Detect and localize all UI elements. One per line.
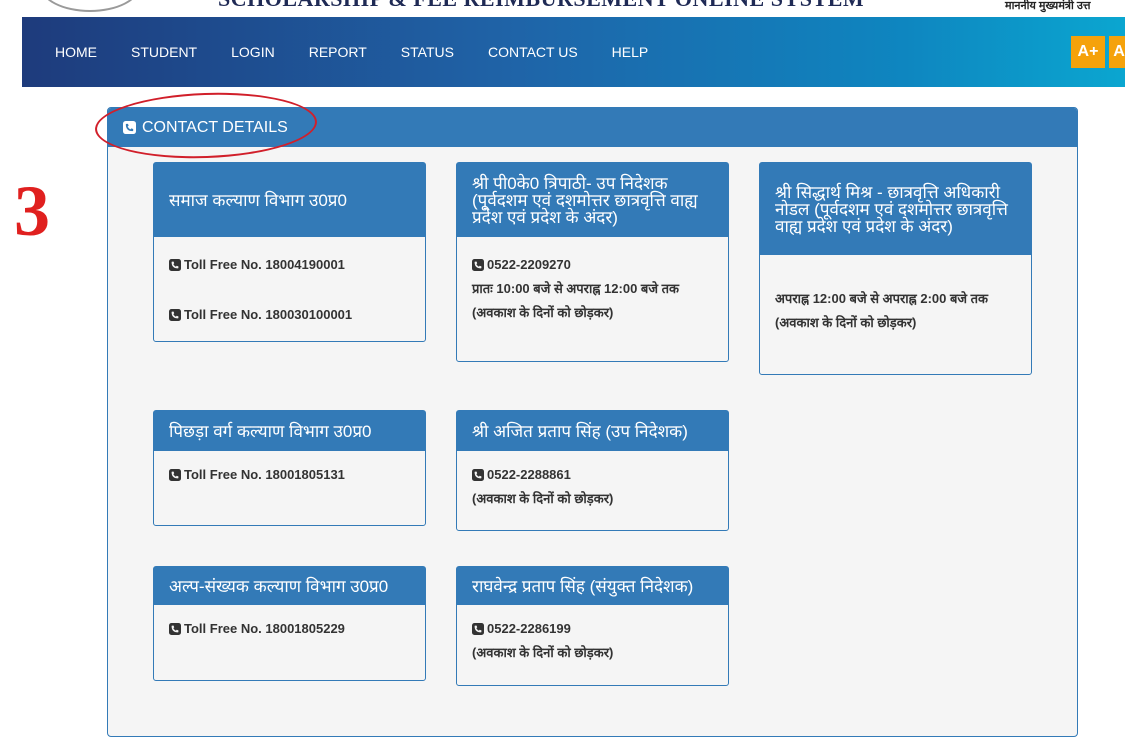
main-navbar: HOME STUDENT LOGIN REPORT STATUS CONTACT… bbox=[22, 17, 1125, 87]
contact-card-samaj-kalyan: समाज कल्याण विभाग उ0प्र0 Toll Free No. 1… bbox=[153, 162, 426, 342]
phone-number: 0522-2286199 bbox=[487, 621, 571, 636]
holiday-note: (अवकाश के दिनों को छोड़कर) bbox=[775, 315, 917, 330]
office-timing: प्रातः 10:00 बजे से अपराह्न 12:00 बजे तक bbox=[472, 281, 679, 296]
contact-card-tripathi: श्री पी0के0 त्रिपाठी- उप निदेशक (पूर्वदश… bbox=[456, 162, 729, 362]
cm-caption: माननीय मुख्यमंत्री उत्त bbox=[1005, 0, 1091, 12]
state-emblem-logo bbox=[40, 0, 140, 12]
phone-square-icon bbox=[472, 259, 484, 271]
phone-square-icon bbox=[169, 309, 181, 321]
phone-line: 0522-2209270 bbox=[472, 255, 713, 275]
site-title: SCHOLARSHIP & FEE REIMBURSEMENT ONLINE S… bbox=[218, 0, 864, 12]
nav-report[interactable]: REPORT bbox=[309, 44, 367, 60]
nav-home[interactable]: HOME bbox=[55, 44, 97, 60]
office-timing: अपराह्न 12:00 बजे से अपराह्न 2:00 बजे तक bbox=[775, 291, 989, 306]
card-title: पिछड़ा वर्ग कल्याण विभाग उ0प्र0 bbox=[154, 411, 425, 451]
holiday-note: (अवकाश के दिनों को छोड़कर) bbox=[472, 491, 614, 506]
contact-card-ajit: श्री अजित प्रताप सिंह (उप निदेशक) 0522-2… bbox=[456, 410, 729, 531]
phone-square-icon bbox=[169, 259, 181, 271]
phone-number: 0522-2209270 bbox=[487, 257, 571, 272]
contact-card-mishra: श्री सिद्धार्थ मिश्र - छात्रवृत्ति अधिका… bbox=[759, 162, 1032, 375]
card-body: Toll Free No. 18001805229 bbox=[154, 605, 425, 649]
toll-free-line: Toll Free No. 180030100001 bbox=[169, 305, 410, 325]
holiday-note: (अवकाश के दिनों को छोड़कर) bbox=[472, 645, 614, 660]
nav-contact-us[interactable]: CONTACT US bbox=[488, 44, 578, 60]
card-body: 0522-2288861 (अवकाश के दिनों को छोड़कर) bbox=[457, 451, 728, 519]
card-title: श्री पी0के0 त्रिपाठी- उप निदेशक (पूर्वदश… bbox=[457, 163, 728, 237]
toll-free-line: Toll Free No. 18001805131 bbox=[169, 465, 410, 485]
contact-card-raghvendra: राघवेन्द्र प्रताप सिंह (संयुक्त निदेशक) … bbox=[456, 566, 729, 686]
phone-square-icon bbox=[472, 623, 484, 635]
font-increase-button[interactable]: A+ bbox=[1071, 36, 1105, 68]
card-title: राघवेन्द्र प्रताप सिंह (संयुक्त निदेशक) bbox=[457, 567, 728, 605]
nav-status[interactable]: STATUS bbox=[401, 44, 454, 60]
nav-student[interactable]: STUDENT bbox=[131, 44, 197, 60]
phone-number: 0522-2288861 bbox=[487, 467, 571, 482]
card-title: श्री अजित प्रताप सिंह (उप निदेशक) bbox=[457, 411, 728, 451]
card-body: 0522-2209270 प्रातः 10:00 बजे से अपराह्न… bbox=[457, 237, 728, 333]
phone-line: 0522-2286199 bbox=[472, 619, 713, 639]
phone-square-icon bbox=[169, 469, 181, 481]
page: SCHOLARSHIP & FEE REIMBURSEMENT ONLINE S… bbox=[0, 0, 1125, 750]
phone-line: 0522-2288861 bbox=[472, 465, 713, 485]
card-title: श्री सिद्धार्थ मिश्र - छात्रवृत्ति अधिका… bbox=[760, 163, 1031, 255]
nav-menu: HOME STUDENT LOGIN REPORT STATUS CONTACT… bbox=[55, 44, 682, 60]
contact-card-alp-sankhyak: अल्प-संख्यक कल्याण विभाग उ0प्र0 Toll Fre… bbox=[153, 566, 426, 681]
card-body: अपराह्न 12:00 बजे से अपराह्न 2:00 बजे तक… bbox=[760, 255, 1031, 343]
phone-square-icon bbox=[472, 469, 484, 481]
card-body: 0522-2286199 (अवकाश के दिनों को छोड़कर) bbox=[457, 605, 728, 673]
card-body: Toll Free No. 18004190001 Toll Free No. … bbox=[154, 237, 425, 335]
card-title: समाज कल्याण विभाग उ0प्र0 bbox=[154, 163, 425, 237]
toll-free-number: Toll Free No. 180030100001 bbox=[184, 307, 353, 322]
holiday-note: (अवकाश के दिनों को छोड़कर) bbox=[472, 305, 614, 320]
step-number-annotation: 3 bbox=[14, 171, 50, 251]
nav-help[interactable]: HELP bbox=[612, 44, 649, 60]
toll-free-line: Toll Free No. 18001805229 bbox=[169, 619, 410, 639]
card-body: Toll Free No. 18001805131 bbox=[154, 451, 425, 495]
toll-free-number: Toll Free No. 18001805131 bbox=[184, 467, 345, 482]
toll-free-number: Toll Free No. 18001805229 bbox=[184, 621, 345, 636]
phone-square-icon bbox=[169, 623, 181, 635]
contact-card-pichhda-varg: पिछड़ा वर्ग कल्याण विभाग उ0प्र0 Toll Fre… bbox=[153, 410, 426, 526]
nav-login[interactable]: LOGIN bbox=[231, 44, 275, 60]
toll-free-number: Toll Free No. 18004190001 bbox=[184, 257, 345, 272]
card-title: अल्प-संख्यक कल्याण विभाग उ0प्र0 bbox=[154, 567, 425, 605]
toll-free-line: Toll Free No. 18004190001 bbox=[169, 255, 410, 275]
font-normal-button[interactable]: A bbox=[1109, 36, 1125, 68]
